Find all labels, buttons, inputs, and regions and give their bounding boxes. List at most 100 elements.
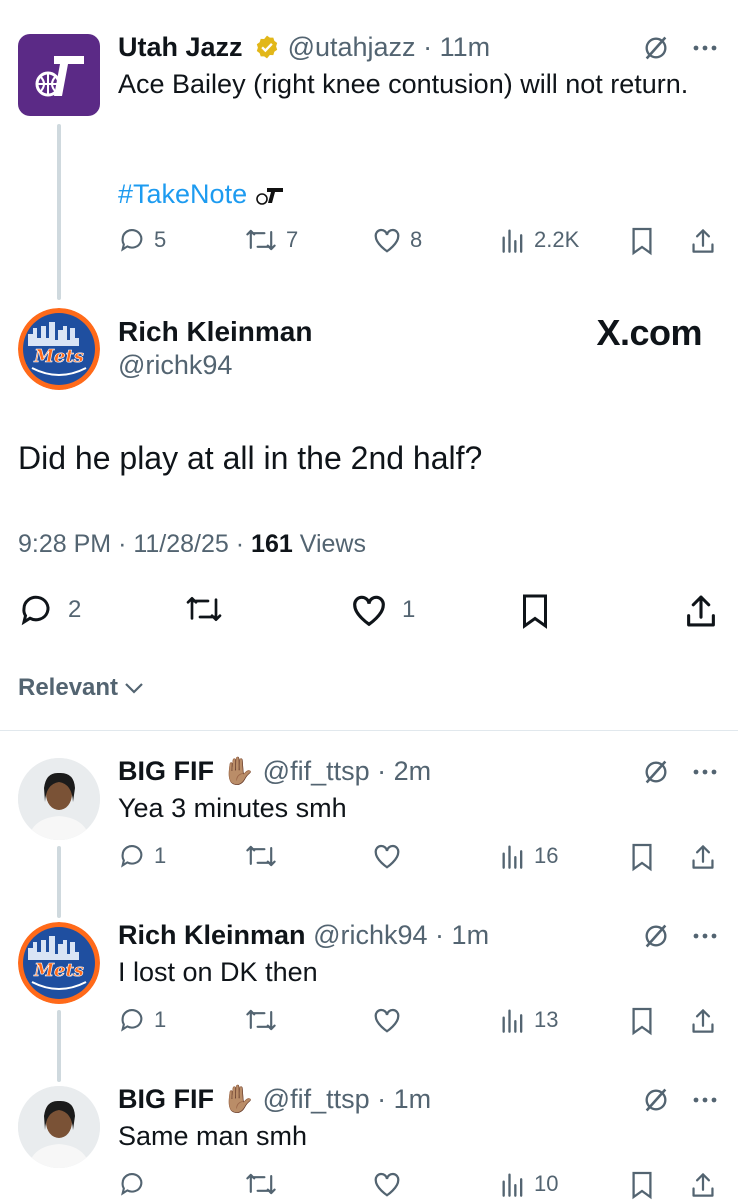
display-name[interactable]: Rich Kleinman	[118, 920, 306, 950]
tweet-controls	[642, 758, 718, 786]
thread-line	[57, 846, 61, 918]
views-button[interactable]: 13	[500, 1006, 558, 1034]
reply-button[interactable]: 1	[118, 1006, 166, 1034]
retweet-button[interactable]	[244, 1170, 278, 1198]
more-icon[interactable]	[692, 44, 718, 52]
avatar[interactable]	[18, 1086, 100, 1168]
tweet-header: BIG FIF ✋🏽 @fif_ttsp · 1m	[118, 1084, 432, 1114]
timestamp[interactable]: 1m	[452, 920, 490, 950]
more-icon[interactable]	[692, 932, 718, 940]
retweet-button[interactable]	[244, 1006, 278, 1034]
bookmark-icon	[632, 1171, 652, 1200]
timestamp[interactable]: 1m	[394, 1084, 432, 1114]
tweet-actions: 1 13	[118, 1006, 716, 1040]
thread-line	[57, 124, 61, 300]
more-icon[interactable]	[692, 1096, 718, 1104]
tweet-controls	[642, 34, 718, 62]
heart-icon	[374, 1172, 400, 1197]
retweet-button[interactable]	[244, 842, 278, 870]
share-button[interactable]	[690, 1170, 716, 1200]
timestamp[interactable]: 2m	[394, 756, 432, 786]
grok-icon[interactable]	[642, 758, 670, 786]
grok-icon[interactable]	[642, 922, 670, 950]
mets-logo-icon: Mets	[18, 922, 100, 1004]
hashtag-link[interactable]: #TakeNote	[118, 179, 247, 209]
timestamp[interactable]: 11m	[440, 32, 491, 62]
handle[interactable]: @utahjazz	[288, 32, 416, 62]
analytics-icon	[502, 229, 523, 253]
share-button[interactable]	[690, 1006, 716, 1036]
tweet-text: Same man smh	[118, 1121, 308, 1151]
bookmark-button[interactable]	[630, 1006, 654, 1036]
grok-icon[interactable]	[642, 1086, 670, 1114]
retweet-icon	[246, 1173, 276, 1195]
reply-button[interactable]: 2	[18, 592, 81, 628]
share-icon	[692, 1009, 714, 1033]
retweet-icon	[246, 229, 276, 251]
retweet-button[interactable]	[184, 592, 224, 626]
grok-icon[interactable]	[642, 34, 670, 62]
raised-hand-emoji: ✋🏽	[221, 756, 256, 786]
views-button[interactable]: 10	[500, 1170, 558, 1198]
retweet-icon	[246, 1009, 276, 1031]
verified-gold-icon	[256, 35, 278, 59]
avatar[interactable]	[18, 34, 100, 116]
like-button[interactable]	[372, 1170, 402, 1198]
like-button[interactable]: 8	[372, 226, 422, 254]
bookmark-button[interactable]	[630, 1170, 654, 1200]
bookmark-button[interactable]	[630, 842, 654, 872]
retweet-icon	[186, 597, 222, 621]
hashtag-line: #TakeNote	[118, 176, 285, 213]
share-icon	[692, 845, 714, 869]
bookmark-button[interactable]	[520, 592, 550, 630]
handle[interactable]: @fif_ttsp	[263, 756, 370, 786]
like-button[interactable]: 1	[350, 592, 415, 628]
share-icon	[692, 229, 714, 253]
retweet-button[interactable]: 7	[244, 226, 298, 254]
handle[interactable]: @richk94	[313, 920, 427, 950]
views-button[interactable]: 2.2K	[500, 226, 579, 254]
reply-icon	[21, 595, 50, 626]
date[interactable]: 11/28/25	[133, 530, 228, 558]
sort-dropdown[interactable]: Relevant	[18, 674, 144, 702]
avatar[interactable]: Mets	[18, 922, 100, 1004]
bookmark-button[interactable]	[630, 226, 654, 256]
handle[interactable]: @fif_ttsp	[263, 1084, 370, 1114]
share-icon	[687, 595, 715, 627]
heart-icon	[374, 1008, 400, 1033]
reply-button[interactable]: 5	[118, 226, 166, 254]
time[interactable]: 9:28 PM	[18, 530, 111, 558]
avatar[interactable]	[18, 758, 100, 840]
display-name[interactable]: Rich Kleinman	[118, 316, 312, 348]
tweet-header: BIG FIF ✋🏽 @fif_ttsp · 2m	[118, 756, 432, 786]
analytics-icon	[502, 1009, 523, 1033]
more-icon[interactable]	[692, 768, 718, 776]
views-button[interactable]: 16	[500, 842, 558, 870]
tweet-header: Utah Jazz @utahjazz · 11m	[118, 32, 491, 62]
display-name[interactable]: Utah Jazz	[118, 32, 243, 62]
tweet-actions: 5 7 8 2.2K	[118, 226, 716, 260]
tweet-controls	[642, 922, 718, 950]
like-button[interactable]	[372, 842, 402, 870]
bookmark-icon	[632, 1007, 652, 1036]
like-button[interactable]	[372, 1006, 402, 1034]
retweet-icon	[246, 845, 276, 867]
tweet-actions: 1 16	[118, 842, 716, 876]
reply-icon	[121, 1173, 143, 1196]
share-button[interactable]	[690, 842, 716, 872]
svg-text:Mets: Mets	[33, 960, 84, 981]
reply-icon	[121, 845, 143, 868]
display-name[interactable]: BIG FIF	[118, 1084, 214, 1114]
reply-button[interactable]	[118, 1170, 154, 1198]
heart-icon	[353, 595, 385, 627]
avatar[interactable]: Mets	[18, 308, 100, 390]
thread-line	[57, 1010, 61, 1082]
share-button[interactable]	[684, 592, 718, 630]
tweet-text: Did he play at all in the 2nd half?	[18, 440, 483, 476]
chevron-down-icon	[125, 683, 143, 694]
reply-button[interactable]: 1	[118, 842, 166, 870]
share-button[interactable]	[690, 226, 716, 256]
views-count: 161	[251, 530, 293, 558]
display-name[interactable]: BIG FIF	[118, 756, 214, 786]
handle[interactable]: @richk94	[118, 350, 232, 381]
